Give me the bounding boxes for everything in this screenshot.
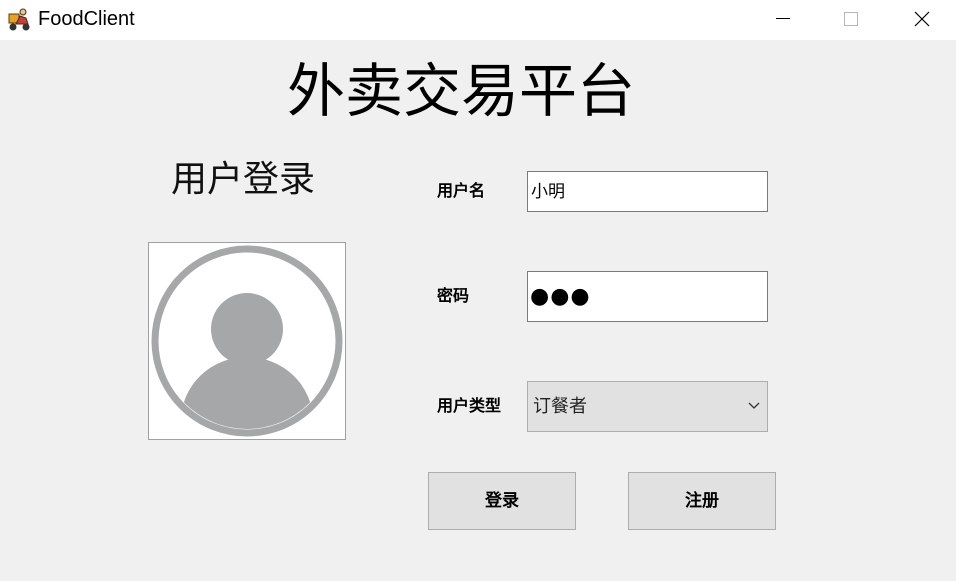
minimize-icon bbox=[776, 18, 790, 19]
chevron-down-icon bbox=[748, 402, 760, 409]
register-button[interactable]: 注册 bbox=[628, 472, 776, 530]
username-field[interactable]: 小明 bbox=[527, 171, 768, 212]
maximize-icon bbox=[844, 12, 858, 26]
page-title: 外卖交易平台 bbox=[286, 57, 635, 125]
minimize-button[interactable] bbox=[760, 0, 806, 38]
user-avatar-icon bbox=[151, 245, 343, 437]
user-type-select[interactable]: 订餐者 bbox=[527, 381, 768, 432]
close-icon bbox=[914, 11, 930, 27]
window-title: FoodClient bbox=[38, 8, 135, 30]
username-value: 小明 bbox=[531, 182, 565, 202]
user-type-label: 用户类型 bbox=[437, 396, 502, 415]
user-type-selected: 订餐者 bbox=[533, 396, 587, 417]
food-delivery-scooter-icon bbox=[6, 6, 32, 32]
close-button[interactable] bbox=[899, 0, 945, 38]
login-heading: 用户登录 bbox=[170, 159, 315, 200]
password-field[interactable]: ●●● bbox=[527, 271, 768, 322]
username-label: 用户名 bbox=[437, 181, 486, 200]
avatar bbox=[148, 242, 346, 440]
maximize-button[interactable] bbox=[828, 0, 874, 38]
title-bar: FoodClient bbox=[0, 0, 956, 40]
password-label: 密码 bbox=[437, 286, 470, 305]
login-button[interactable]: 登录 bbox=[428, 472, 576, 530]
password-masked-value: ●●● bbox=[530, 284, 591, 309]
